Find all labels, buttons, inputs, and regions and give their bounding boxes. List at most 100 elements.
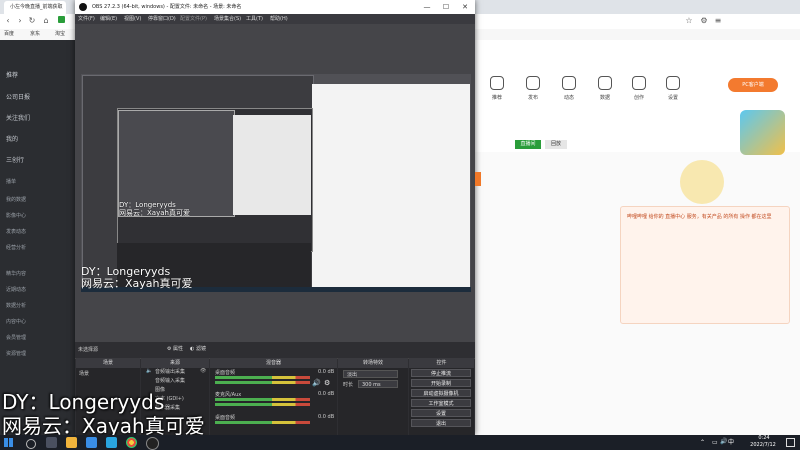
search-icon[interactable] bbox=[26, 439, 36, 449]
sidebar-item[interactable]: 推荐 bbox=[6, 70, 18, 79]
minimize-icon[interactable]: — bbox=[418, 0, 436, 14]
sidebar-item[interactable]: 经营分析 bbox=[6, 244, 26, 251]
chrome-icon[interactable] bbox=[126, 437, 137, 448]
maximize-icon[interactable]: ☐ bbox=[437, 0, 455, 14]
sidebar-item[interactable]: 内容中心 bbox=[6, 318, 26, 325]
studio-mode-button[interactable]: 工作室模式 bbox=[411, 399, 471, 407]
menu-profile[interactable]: 配置文件(P) bbox=[180, 14, 207, 24]
source-item[interactable]: 音频输出采集 bbox=[155, 368, 185, 375]
menu-help[interactable]: 帮助(H) bbox=[270, 14, 288, 24]
clock-date[interactable]: 2022/7/12 bbox=[742, 442, 784, 449]
sidebar-item[interactable]: 关注我们 bbox=[6, 113, 30, 122]
filters-button[interactable]: ◐ 滤镜 bbox=[188, 345, 208, 354]
refresh-icon[interactable]: ↻ bbox=[26, 15, 38, 27]
star-icon[interactable]: ☆ bbox=[683, 15, 695, 27]
nav-label: 发布 bbox=[527, 95, 538, 101]
sidebar-item[interactable]: 播单 bbox=[6, 178, 16, 185]
tray-chevron-icon[interactable]: ⌃ bbox=[700, 439, 705, 446]
nav-label: 数据 bbox=[599, 95, 610, 101]
scene-item[interactable]: 场景 bbox=[79, 370, 89, 377]
mixer-header: 混音器 bbox=[210, 358, 337, 368]
nav-label: 设置 bbox=[667, 95, 678, 101]
menu-icon[interactable]: ≡ bbox=[712, 15, 724, 27]
settings-button[interactable]: 设置 bbox=[411, 409, 471, 417]
menu-edit[interactable]: 编辑(E) bbox=[100, 14, 117, 24]
preview-overlay-line2: 网易云：Xayah真可爱 bbox=[81, 277, 193, 290]
mixer-track-db: 0.0 dB bbox=[318, 391, 335, 397]
bookmark-item[interactable]: 淘宝 bbox=[55, 30, 65, 39]
back-icon[interactable]: ‹ bbox=[2, 15, 14, 27]
properties-button[interactable]: ⚙ 属性 bbox=[165, 345, 185, 354]
sidebar-item[interactable]: 公司日报 bbox=[6, 92, 30, 101]
duration-input[interactable]: 300 ms bbox=[358, 380, 398, 388]
obs-logo-icon bbox=[79, 3, 87, 11]
gear-icon[interactable]: ⚙ bbox=[324, 379, 330, 387]
recommend-icon[interactable] bbox=[490, 76, 504, 90]
home-icon[interactable]: ⌂ bbox=[40, 15, 52, 27]
nav-label: 推荐 bbox=[491, 95, 502, 101]
transitions-header: 转场特效 bbox=[338, 358, 408, 368]
windows-taskbar bbox=[0, 435, 800, 450]
menu-view[interactable]: 视图(V) bbox=[124, 14, 141, 24]
app-icon[interactable] bbox=[106, 437, 117, 448]
publish-icon[interactable] bbox=[526, 76, 540, 90]
bookmark-item[interactable]: 京东 bbox=[30, 30, 40, 39]
shield-icon bbox=[55, 15, 67, 27]
sidebar-item[interactable]: 三创行 bbox=[6, 155, 24, 164]
task-view-icon[interactable] bbox=[46, 437, 57, 448]
mixer-track-db: 0.0 dB bbox=[318, 369, 335, 375]
notification-icon[interactable] bbox=[786, 438, 795, 447]
sidebar-item[interactable]: 影像中心 bbox=[6, 212, 26, 219]
clock-time[interactable]: 0:24 bbox=[750, 435, 778, 442]
sidebar-item[interactable]: 我的数据 bbox=[6, 196, 26, 203]
preview-edge-marker bbox=[475, 172, 481, 186]
source-toolbar bbox=[75, 342, 475, 359]
network-icon[interactable]: ▭ bbox=[712, 439, 718, 446]
forward-icon[interactable]: › bbox=[14, 15, 26, 27]
close-icon[interactable]: ✕ bbox=[456, 0, 474, 14]
menu-file[interactable]: 文件(F) bbox=[78, 14, 95, 24]
windows-start-icon[interactable] bbox=[4, 438, 13, 447]
menu-scene-collection[interactable]: 场景集合(S) bbox=[214, 14, 241, 24]
file-explorer-icon[interactable] bbox=[66, 437, 77, 448]
input-method[interactable]: 中 bbox=[728, 436, 734, 449]
volume-icon[interactable]: 🔊 bbox=[720, 438, 727, 445]
menu-dock[interactable]: 停靠窗口(D) bbox=[148, 14, 176, 24]
no-source-label: 未选择源 bbox=[78, 347, 99, 353]
source-item[interactable]: 音频输入采集 bbox=[155, 377, 185, 384]
browser-tab[interactable]: 小左今晚直播_前端获取 bbox=[4, 1, 66, 14]
activity-icon[interactable] bbox=[562, 76, 576, 90]
preview-browser-capture bbox=[312, 84, 470, 290]
obs-title: OBS 27.2.3 (64-bit, windows) - 配置文件: 未命名… bbox=[92, 4, 242, 10]
sidebar-item[interactable]: 数据分析 bbox=[6, 302, 26, 309]
create-icon[interactable] bbox=[632, 76, 646, 90]
mute-icon[interactable]: 🔊 bbox=[312, 379, 321, 387]
transition-select[interactable]: 淡出 bbox=[343, 370, 398, 378]
sidebar-item[interactable]: 会员管理 bbox=[6, 334, 26, 341]
duration-label: 时长 bbox=[343, 382, 354, 388]
volume-slider[interactable] bbox=[215, 381, 310, 384]
settings-icon[interactable] bbox=[666, 76, 680, 90]
volume-meter bbox=[215, 376, 310, 379]
promo-badge[interactable]: PC客户端 bbox=[728, 78, 778, 92]
extension-icon[interactable]: ⚙ bbox=[698, 15, 710, 27]
volume-slider[interactable] bbox=[215, 403, 310, 406]
stop-streaming-button[interactable]: 停止推流 bbox=[411, 369, 471, 377]
visibility-icon[interactable]: 👁 bbox=[200, 368, 206, 374]
start-recording-button[interactable]: 开始录制 bbox=[411, 379, 471, 387]
sidebar-item[interactable]: 资源管理 bbox=[6, 350, 26, 357]
sidebar-item[interactable]: 发表动态 bbox=[6, 228, 26, 235]
bookmark-item[interactable]: 百度 bbox=[4, 30, 14, 39]
tab-replay[interactable]: 回放 bbox=[545, 140, 567, 149]
sidebar-item[interactable]: 精华内容 bbox=[6, 270, 26, 277]
menu-tools[interactable]: 工具(T) bbox=[246, 14, 263, 24]
tab-live[interactable]: 直播间 bbox=[515, 140, 541, 149]
sidebar-item[interactable]: 近期动态 bbox=[6, 286, 26, 293]
sidebar-item[interactable]: 我的 bbox=[6, 134, 18, 143]
virtual-camera-button[interactable]: 启动虚拟摄像机 bbox=[411, 389, 471, 397]
mixer-track-name: 桌面音频 bbox=[215, 370, 236, 376]
obs-taskbar-icon[interactable] bbox=[146, 437, 159, 450]
exit-button[interactable]: 退出 bbox=[411, 419, 471, 427]
data-icon[interactable] bbox=[598, 76, 612, 90]
edge-icon[interactable] bbox=[86, 437, 97, 448]
